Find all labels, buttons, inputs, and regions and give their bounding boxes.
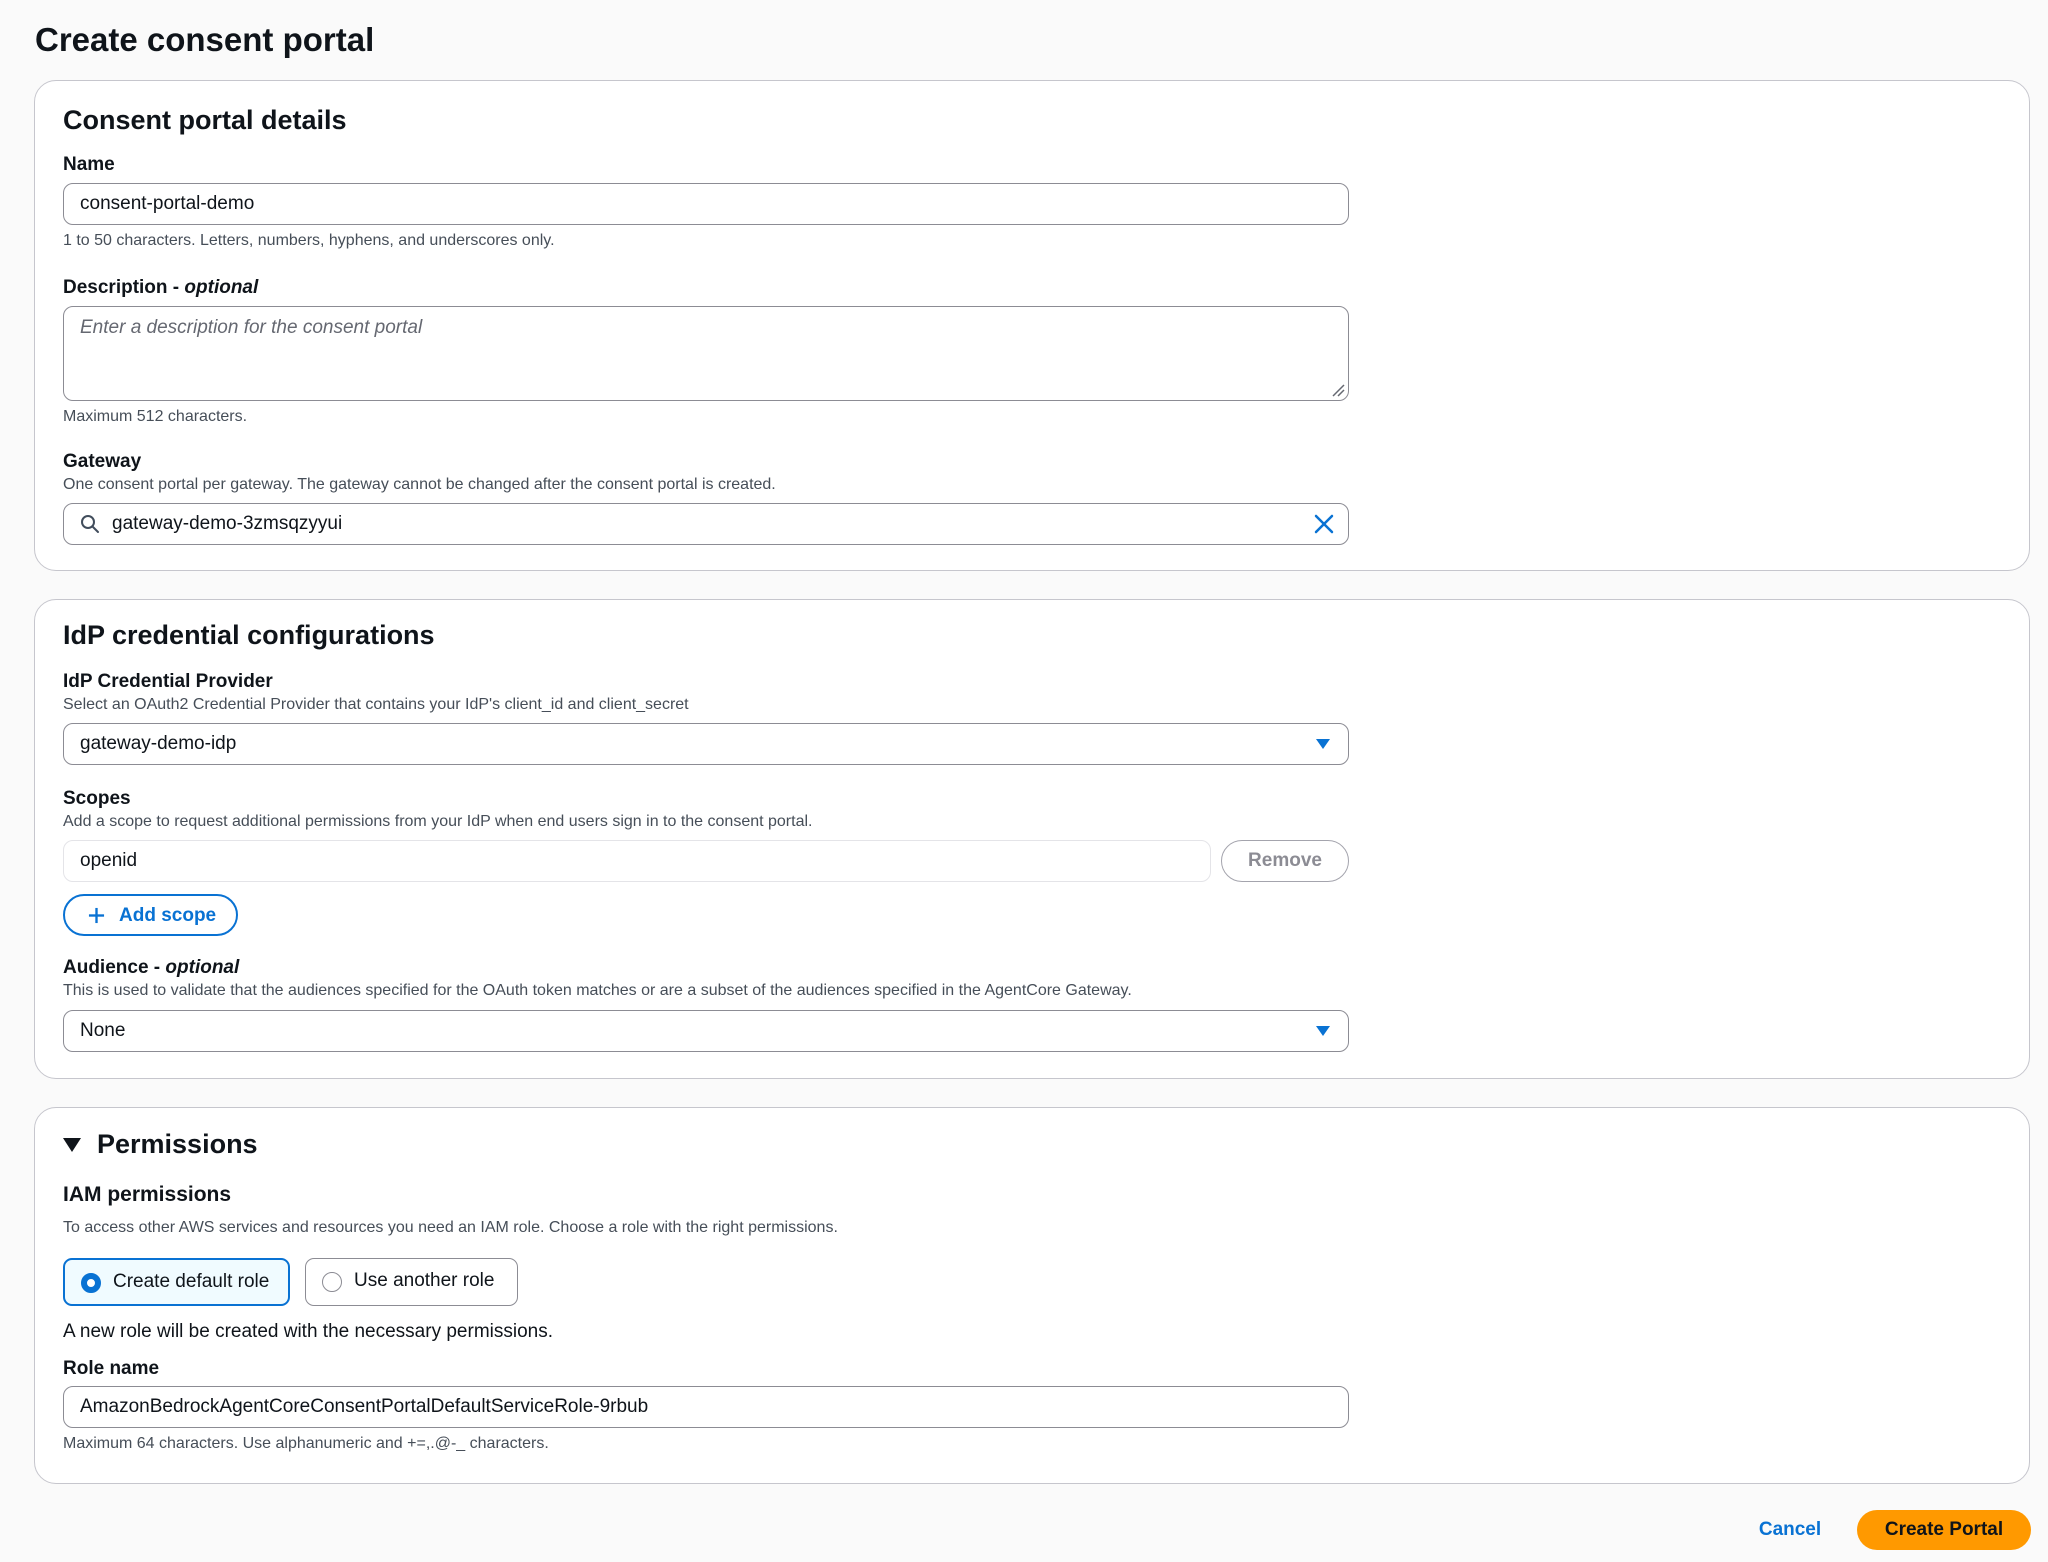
audience-optional-tag: optional	[165, 957, 240, 978]
description-label: Description - optional	[63, 276, 258, 300]
caret-down-filled-icon	[63, 1138, 81, 1152]
add-scope-label: Add scope	[119, 905, 217, 926]
audience-value: None	[80, 1020, 126, 1041]
clear-icon[interactable]	[1314, 514, 1334, 534]
role-name-label: Role name	[63, 1358, 160, 1379]
role-name-hint: Maximum 64 characters. Use alphanumeric …	[63, 1435, 549, 1452]
audience-label: Audience - optional	[63, 956, 239, 980]
create-default-role-option[interactable]: Create default role	[63, 1258, 290, 1306]
scope-input[interactable]: openid	[63, 840, 1211, 882]
description-textarea[interactable]: Enter a description for the consent port…	[63, 306, 1349, 401]
idp-provider-hint: Select an OAuth2 Credential Provider tha…	[63, 696, 689, 713]
gateway-hint: One consent portal per gateway. The gate…	[63, 476, 776, 493]
gateway-autosuggest[interactable]: gateway-demo-3zmsqzyyui	[63, 503, 1349, 545]
consent-portal-details-card: Consent portal details Name consent-port…	[34, 80, 2030, 571]
plus-icon	[88, 907, 105, 924]
role-info-text: A new role will be created with the nece…	[63, 1321, 554, 1342]
radio-unselected-icon	[322, 1272, 342, 1292]
description-placeholder: Enter a description for the consent port…	[80, 317, 423, 338]
name-hint: 1 to 50 characters. Letters, numbers, hy…	[63, 232, 555, 249]
audience-label-text: Audience -	[63, 957, 166, 978]
audience-hint: This is used to validate that the audien…	[63, 982, 1132, 999]
caret-down-icon	[1316, 1026, 1330, 1036]
description-hint: Maximum 512 characters.	[63, 408, 248, 425]
name-input[interactable]: consent-portal-demo	[63, 183, 1349, 225]
add-scope-button[interactable]: Add scope	[63, 894, 238, 936]
idp-credential-title: IdP credential configurations	[63, 620, 435, 650]
permissions-title: Permissions	[97, 1129, 258, 1159]
gateway-value: gateway-demo-3zmsqzyyui	[112, 513, 343, 534]
role-name-input[interactable]: AmazonBedrockAgentCoreConsentPortalDefau…	[63, 1386, 1349, 1428]
idp-credential-card: IdP credential configurations IdP Creden…	[34, 599, 2030, 1079]
idp-provider-select[interactable]: gateway-demo-idp	[63, 723, 1349, 765]
caret-down-icon	[1316, 739, 1330, 749]
scopes-label: Scopes	[63, 788, 131, 809]
resize-grip-icon[interactable]	[1331, 383, 1345, 397]
iam-permissions-hint: To access other AWS services and resourc…	[63, 1219, 838, 1236]
use-another-role-label: Use another role	[354, 1270, 495, 1291]
idp-provider-value: gateway-demo-idp	[80, 733, 237, 754]
description-label-text: Description -	[63, 277, 185, 298]
consent-portal-details-title: Consent portal details	[63, 105, 347, 135]
search-icon	[81, 515, 99, 533]
remove-scope-button[interactable]: Remove	[1221, 840, 1349, 882]
scopes-hint: Add a scope to request additional permis…	[63, 813, 813, 830]
create-portal-button[interactable]: Create Portal	[1857, 1510, 2031, 1550]
permissions-expander[interactable]: Permissions	[63, 1125, 303, 1165]
permissions-card: Permissions IAM permissions To access ot…	[34, 1107, 2030, 1484]
iam-permissions-title: IAM permissions	[63, 1183, 232, 1206]
radio-selected-icon	[81, 1273, 101, 1293]
use-another-role-option[interactable]: Use another role	[305, 1258, 518, 1306]
gateway-label: Gateway	[63, 451, 142, 472]
cancel-button[interactable]: Cancel	[1740, 1510, 1840, 1550]
name-label: Name	[63, 154, 115, 175]
page-title: Create consent portal	[35, 21, 375, 58]
audience-select[interactable]: None	[63, 1010, 1349, 1052]
idp-provider-label: IdP Credential Provider	[63, 671, 273, 692]
description-optional-tag: optional	[184, 277, 259, 298]
create-default-role-label: Create default role	[113, 1271, 270, 1292]
